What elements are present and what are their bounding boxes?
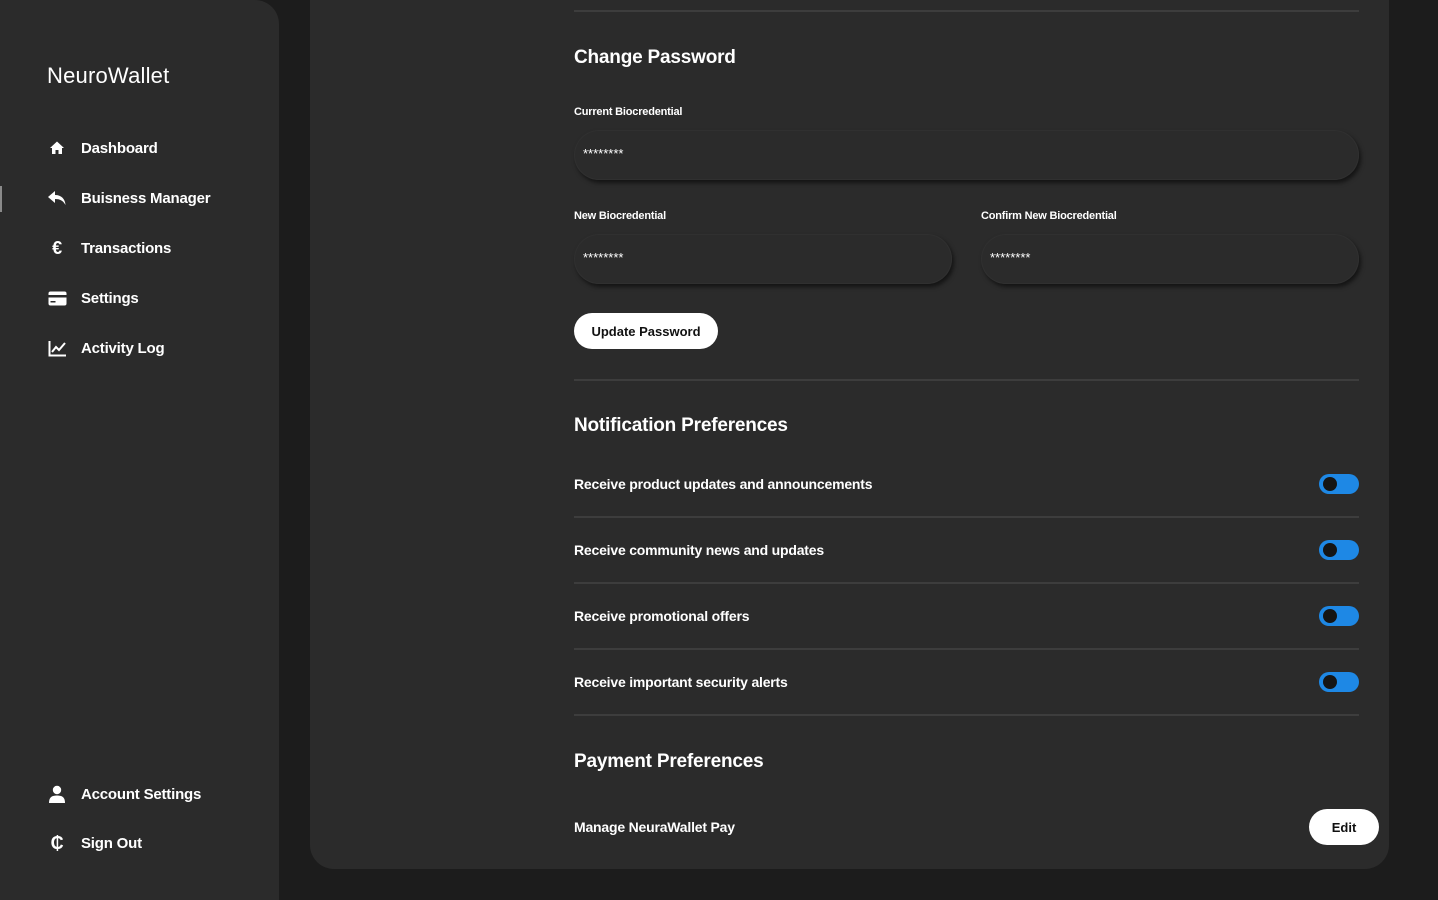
confirm-biocredential-input[interactable] [981, 234, 1359, 284]
toggle-knob [1323, 675, 1337, 689]
credit-card-icon [47, 288, 67, 308]
notification-row-promotional-offers: Receive promotional offers [574, 584, 1359, 650]
payment-preferences-heading: Payment Preferences [574, 751, 764, 772]
notification-row-security-alerts: Receive important security alerts [574, 650, 1359, 716]
euro-icon: € [52, 237, 62, 258]
manage-pay-label: Manage NeuraWallet Pay [574, 819, 735, 835]
sidebar-item-account-settings[interactable]: Account Settings [47, 780, 201, 808]
toggle-knob [1323, 609, 1337, 623]
new-biocredential-label: New Biocredential [574, 210, 666, 222]
security-alerts-toggle[interactable] [1319, 672, 1359, 692]
sidebar-item-label: Sign Out [81, 834, 142, 852]
notification-row-community-news: Receive community news and updates [574, 518, 1359, 584]
confirm-biocredential-label: Confirm New Biocredential [981, 210, 1117, 222]
sidebar-item-settings[interactable]: Settings [47, 284, 210, 312]
product-updates-toggle[interactable] [1319, 474, 1359, 494]
divider [574, 379, 1359, 381]
sidebar-item-label: Settings [81, 289, 139, 307]
home-icon [47, 138, 67, 158]
sidebar-nav: Dashboard Buisness Manager € Transaction… [47, 134, 211, 384]
notification-label: Receive promotional offers [574, 608, 750, 624]
payment-row-manage-pay: Manage NeuraWallet Pay Edit [574, 808, 1379, 846]
sidebar-item-label: Buisness Manager [81, 189, 211, 207]
edit-button[interactable]: Edit [1309, 809, 1379, 845]
line-chart-icon [47, 338, 67, 358]
notification-label: Receive product updates and announcement… [574, 476, 873, 492]
update-password-button[interactable]: Update Password [574, 313, 718, 349]
sign-out-button[interactable]: ₵ Sign Out [47, 829, 201, 857]
sidebar-item-label: Dashboard [81, 139, 158, 157]
notification-preferences-heading: Notification Preferences [574, 415, 788, 436]
sidebar-item-dashboard[interactable]: Dashboard [47, 134, 210, 162]
sidebar-item-business-manager[interactable]: Buisness Manager [47, 184, 211, 212]
sidebar-item-transactions[interactable]: € Transactions [47, 234, 210, 262]
cedi-icon: ₵ [50, 832, 64, 853]
sidebar: NeuroWallet Dashboard Buisness Manager €… [0, 0, 279, 900]
notification-label: Receive important security alerts [574, 674, 788, 690]
divider [574, 10, 1359, 12]
current-biocredential-input[interactable] [574, 130, 1359, 180]
current-biocredential-label: Current Biocredential [574, 106, 683, 118]
brand-name: NeuroWallet [47, 63, 170, 88]
sidebar-active-marker [0, 186, 2, 212]
sidebar-item-label: Transactions [81, 239, 172, 257]
settings-panel: Change Password Current Biocredential Ne… [310, 0, 1389, 869]
sidebar-item-label: Account Settings [81, 785, 202, 803]
sidebar-footer: Account Settings ₵ Sign Out [47, 780, 201, 878]
sidebar-item-activity-log[interactable]: Activity Log [47, 334, 210, 362]
notification-label: Receive community news and updates [574, 542, 824, 558]
community-news-toggle[interactable] [1319, 540, 1359, 560]
toggle-knob [1323, 543, 1337, 557]
new-biocredential-input[interactable] [574, 234, 952, 284]
promotional-offers-toggle[interactable] [1319, 606, 1359, 626]
change-password-heading: Change Password [574, 47, 736, 68]
reply-arrow-icon [47, 188, 67, 208]
toggle-knob [1323, 477, 1337, 491]
sidebar-item-label: Activity Log [81, 339, 165, 357]
notification-row-product-updates: Receive product updates and announcement… [574, 452, 1359, 518]
user-icon [47, 784, 67, 804]
